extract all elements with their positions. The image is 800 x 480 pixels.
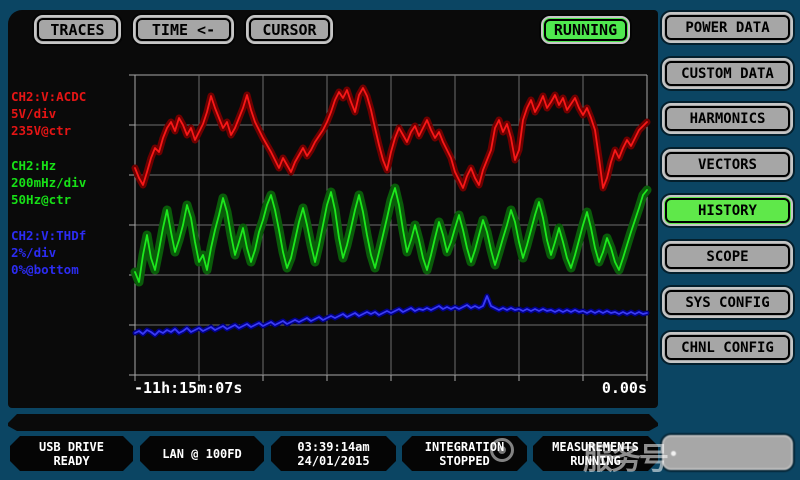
lan-status-box: LAN @ 100FD (140, 436, 264, 471)
channel-scale: 200mHz/div (11, 174, 129, 191)
status-line: 24/01/2015 (297, 454, 369, 468)
x-axis-start-label: -11h:15m:07s (134, 379, 242, 397)
time-button[interactable]: TIME <- (133, 15, 234, 44)
history-plot (127, 69, 655, 385)
running-status-badge: RUNNING (541, 16, 630, 44)
softkey-strip (8, 414, 658, 431)
blurred-softkey-button[interactable] (662, 435, 793, 470)
measurements-status-box: MEASUREMENTS RUNNING (533, 436, 658, 471)
status-line: LAN @ 100FD (162, 447, 241, 461)
status-line: RUNNING (570, 454, 621, 468)
channel-scale: 2%/div (11, 244, 129, 261)
menu-button-scope[interactable]: SCOPE (662, 241, 793, 272)
integration-status-box: INTEGRATION STOPPED (402, 436, 527, 471)
channel-name: CH2:Hz (11, 157, 129, 174)
channel-name: CH2:V:THDf (11, 227, 129, 244)
x-axis-end-label: 0.00s (547, 379, 647, 397)
instrument-screen: TRACES TIME <- CURSOR RUNNING CH2:V:ACDC… (0, 0, 800, 480)
menu-button-power-data[interactable]: POWER DATA (662, 12, 793, 43)
channel-name: CH2:V:ACDC (11, 88, 129, 105)
status-line: INTEGRATION (425, 440, 504, 454)
channel-reference: 50Hz@ctr (11, 191, 129, 208)
menu-button-sys-config[interactable]: SYS CONFIG (662, 287, 793, 318)
channel-reference: 0%@bottom (11, 261, 129, 278)
traces-button[interactable]: TRACES (34, 15, 121, 44)
channel-scale: 5V/div (11, 105, 129, 122)
menu-button-custom-data[interactable]: CUSTOM DATA (662, 58, 793, 89)
cursor-button[interactable]: CURSOR (246, 15, 333, 44)
status-line: USB DRIVE (39, 440, 104, 454)
status-line: STOPPED (439, 454, 490, 468)
clock-status-box: 03:39:14am 24/01/2015 (271, 436, 396, 471)
status-line: MEASUREMENTS (552, 440, 639, 454)
usb-status-box: USB DRIVE READY (10, 436, 133, 471)
channel-legend-thd: CH2:V:THDf 2%/div 0%@bottom (11, 227, 129, 278)
channel-reference: 235V@ctr (11, 122, 129, 139)
status-line: 03:39:14am (297, 440, 369, 454)
menu-button-history-active[interactable]: HISTORY (662, 195, 793, 226)
menu-button-vectors[interactable]: VECTORS (662, 149, 793, 180)
menu-button-harmonics[interactable]: HARMONICS (662, 103, 793, 134)
channel-legend-voltage: CH2:V:ACDC 5V/div 235V@ctr (11, 88, 129, 139)
status-line: READY (53, 454, 89, 468)
dot-icon (671, 451, 676, 456)
menu-button-chnl-config[interactable]: CHNL CONFIG (662, 332, 793, 363)
channel-legend-frequency: CH2:Hz 200mHz/div 50Hz@ctr (11, 157, 129, 208)
